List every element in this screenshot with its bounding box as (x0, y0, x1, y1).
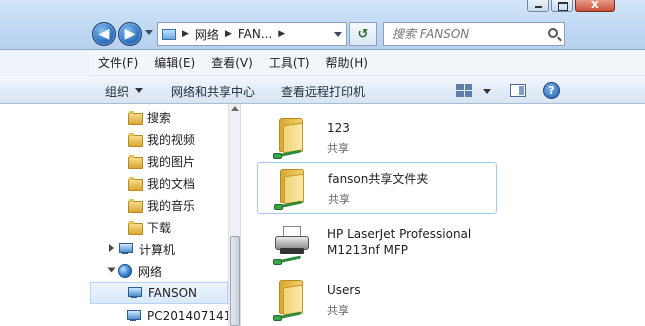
refresh-button[interactable]: ↺ (349, 22, 377, 46)
refresh-icon: ↺ (357, 26, 369, 42)
nav-item-label: 搜索 (147, 110, 172, 125)
maximize-button[interactable] (551, 0, 573, 12)
menu-tools[interactable]: 工具(T) (269, 54, 310, 71)
window-controls (525, 0, 615, 12)
back-button[interactable]: ◀ (92, 22, 116, 46)
nav-item-label: 计算机 (139, 242, 176, 257)
forward-arrow-icon: ▶ (124, 26, 136, 42)
network-location-icon (162, 28, 176, 40)
item-name-line2: M1213nf MFP (327, 243, 409, 257)
nav-item-pictures[interactable]: 我的图片 (128, 150, 195, 172)
command-bar: 组织 网络和共享中心 查看远程打印机 ? (0, 76, 645, 104)
folder-icon (128, 221, 143, 235)
expand-arrow-icon[interactable] (109, 244, 114, 252)
breadcrumb-separator-icon[interactable]: ▶ (278, 29, 285, 39)
item-type: 共享 (327, 304, 349, 317)
network-icon (118, 264, 132, 278)
folder-icon (128, 177, 143, 191)
view-remote-printers-button[interactable]: 查看远程打印机 (281, 83, 365, 100)
search-box[interactable] (383, 22, 565, 46)
menu-view[interactable]: 查看(V) (211, 54, 253, 71)
computer-icon (127, 287, 142, 299)
change-view-icon[interactable] (456, 84, 472, 97)
nav-item-pc2014[interactable]: PC2014071416 (126, 305, 228, 326)
help-icon[interactable]: ? (543, 82, 560, 99)
preview-pane-icon[interactable] (510, 84, 526, 97)
scroll-thumb[interactable] (230, 236, 240, 326)
folder-icon (128, 111, 143, 125)
shared-printer-icon (273, 224, 313, 268)
computer-icon (118, 243, 133, 255)
nav-item-label: 我的视频 (147, 132, 196, 147)
item-type: 共享 (327, 142, 349, 155)
nav-item-label: FANSON (148, 286, 198, 300)
nav-item-label: 下载 (147, 220, 172, 235)
address-bar[interactable]: ▶ 网络 ▶ FAN... ▶ (157, 22, 347, 46)
shared-folder-icon (273, 280, 313, 324)
nav-item-downloads[interactable]: 下载 (128, 216, 171, 238)
nav-item-label: PC2014071416 (147, 309, 228, 323)
close-button[interactable] (575, 0, 615, 12)
forward-button[interactable]: ▶ (118, 22, 142, 46)
item-name: Users (327, 283, 361, 297)
search-input[interactable] (392, 27, 542, 41)
address-history-dropdown[interactable] (334, 32, 342, 37)
nav-item-documents[interactable]: 我的文档 (128, 172, 195, 194)
title-bar: ◀ ▶ ▶ 网络 ▶ FAN... ▶ ↺ (0, 0, 645, 50)
item-name: HP LaserJet Professional (327, 227, 472, 241)
breadcrumb-separator-icon[interactable]: ▶ (182, 29, 189, 39)
share-item-printer[interactable]: HP LaserJet Professional M1213nf MFP (257, 218, 497, 270)
nav-scrollbar[interactable] (228, 104, 240, 326)
folder-icon (128, 155, 143, 169)
shared-folder-icon (274, 169, 314, 213)
minimize-button[interactable] (527, 0, 549, 12)
breadcrumb-separator-icon[interactable]: ▶ (225, 29, 232, 39)
item-name: fanson共享文件夹 (328, 172, 429, 186)
collapse-arrow-icon[interactable] (107, 267, 116, 273)
nav-item-label: 网络 (138, 264, 163, 279)
content-area: 123 共享 fanson共享文件夹 共享 HP LaserJet Profes… (241, 104, 645, 326)
share-item-123[interactable]: 123 共享 (257, 112, 497, 164)
menu-bar-gutter (0, 50, 90, 76)
breadcrumb-network[interactable]: 网络 (195, 26, 219, 43)
search-icon[interactable] (548, 28, 558, 38)
view-options-dropdown[interactable] (483, 89, 491, 94)
item-type: 共享 (328, 193, 350, 206)
back-arrow-icon: ◀ (98, 26, 110, 42)
menu-help[interactable]: 帮助(H) (326, 54, 368, 71)
breadcrumb-fanson[interactable]: FAN... (238, 27, 272, 41)
share-item-fanson-folder[interactable]: fanson共享文件夹 共享 (257, 162, 497, 214)
scroll-up-arrow-icon[interactable] (231, 106, 239, 111)
nav-item-label: 我的图片 (147, 154, 196, 169)
menu-file[interactable]: 文件(F) (98, 54, 138, 71)
menu-bar: 文件(F) 编辑(E) 查看(V) 工具(T) 帮助(H) (90, 50, 645, 76)
nav-item-search[interactable]: 搜索 (128, 106, 171, 128)
nav-item-videos[interactable]: 我的视频 (128, 128, 195, 150)
nav-item-network[interactable]: 网络 (118, 260, 162, 282)
nav-item-fanson[interactable]: FANSON (90, 282, 228, 304)
nav-item-music[interactable]: 我的音乐 (128, 194, 195, 216)
navigation-pane: 搜索 我的视频 我的图片 我的文档 我的音乐 下载 计算机 网络 FANSON … (90, 104, 228, 326)
folder-icon (128, 199, 143, 213)
recent-pages-dropdown[interactable] (145, 30, 153, 35)
menu-edit[interactable]: 编辑(E) (154, 54, 195, 71)
shared-folder-icon (273, 118, 313, 162)
folder-icon (128, 133, 143, 147)
organize-button[interactable]: 组织 (105, 83, 129, 100)
nav-item-label: 我的文档 (147, 176, 196, 191)
item-name: 123 (327, 121, 350, 135)
network-sharing-center-button[interactable]: 网络和共享中心 (171, 83, 255, 100)
chevron-down-icon[interactable] (135, 88, 143, 93)
share-item-users[interactable]: Users 共享 (257, 274, 497, 326)
nav-item-computer[interactable]: 计算机 (118, 238, 175, 260)
nav-item-label: 我的音乐 (147, 198, 196, 213)
computer-icon (126, 310, 141, 322)
